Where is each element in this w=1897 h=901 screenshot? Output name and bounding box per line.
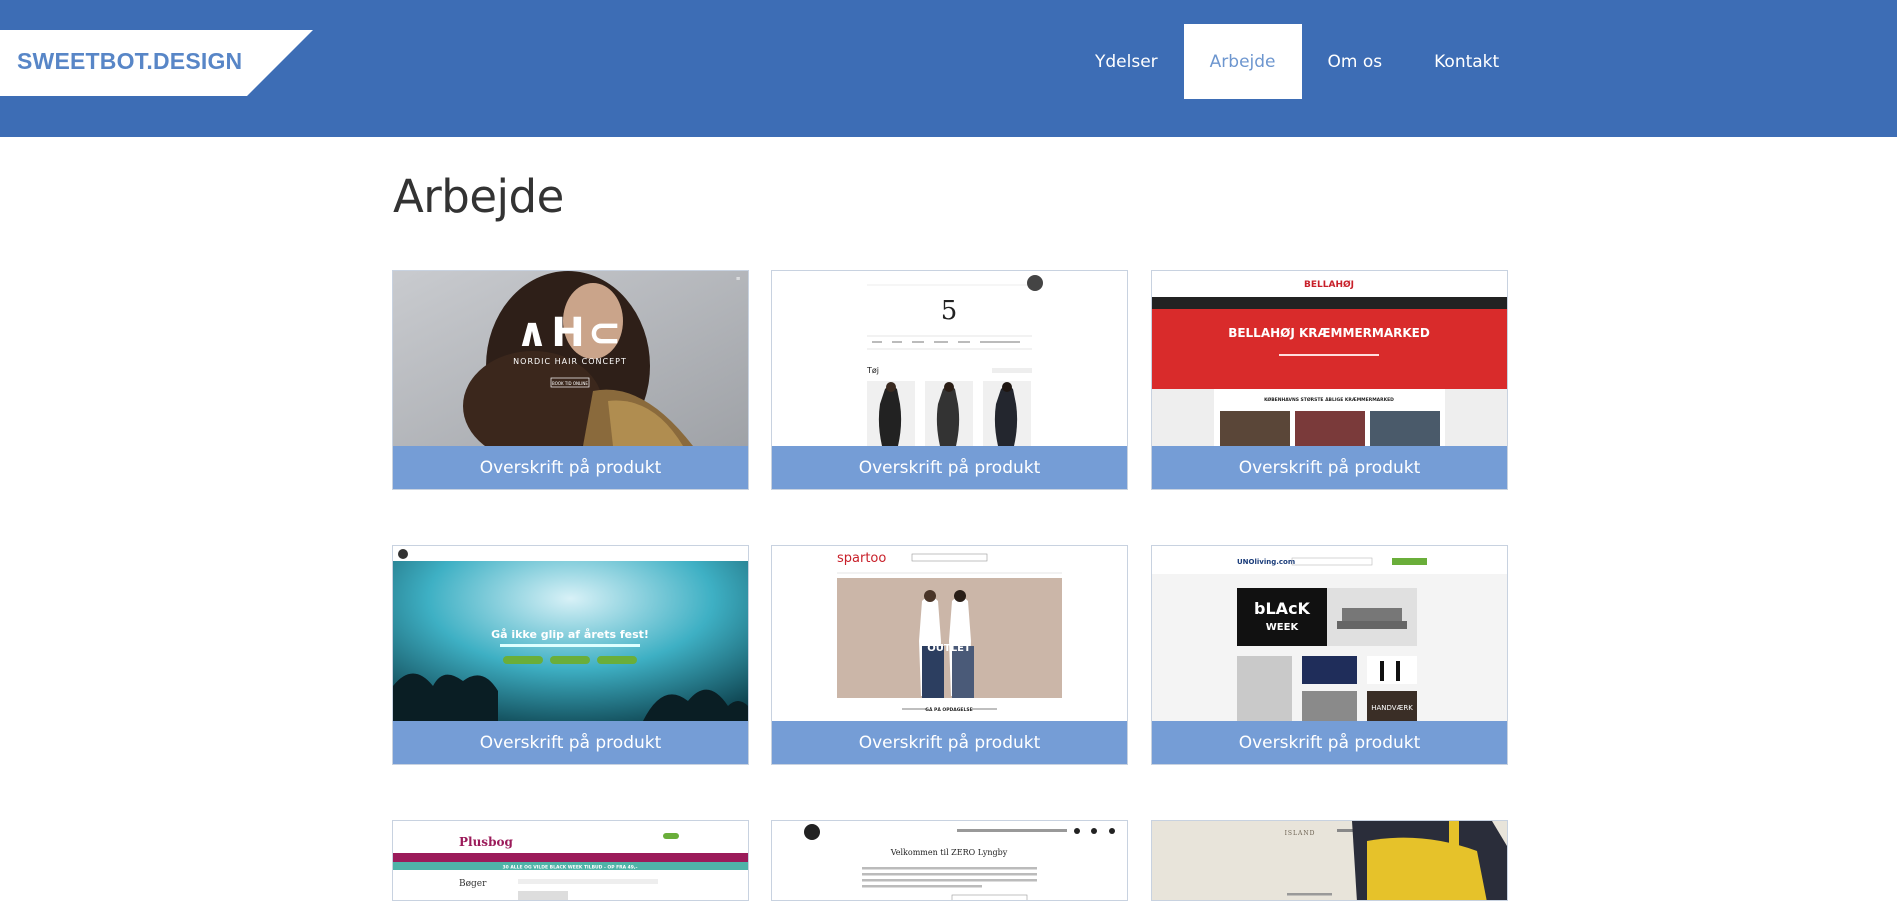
card-caption: Overskrift på produkt: [393, 446, 748, 489]
card-caption: Overskrift på produkt: [772, 446, 1127, 489]
card-caption: Overskrift på produkt: [393, 721, 748, 764]
card-thumbnail: UNOliving.com bLAcK WEEK HANDVÆRK: [1152, 546, 1507, 721]
portfolio-card[interactable]: Velkommen til ZERO Lyngby: [771, 820, 1128, 901]
thumb-brand: Plusbog: [459, 835, 513, 849]
portfolio-card[interactable]: UNOliving.com bLAcK WEEK HANDVÆRK Oversk…: [1151, 545, 1508, 765]
card-thumbnail: 5 Tøj: [772, 271, 1127, 446]
thumb-headline: Gå ikke glip af årets fest!: [491, 628, 649, 641]
portfolio-card[interactable]: 5 Tøj Overskrift på produkt: [771, 270, 1128, 490]
svg-text:∧H⊂: ∧H⊂: [516, 310, 624, 356]
portfolio-card[interactable]: Plusbog 30 ALLE OG VILDE BLACK WEEK TILB…: [392, 820, 749, 901]
thumb-sub: KØBENHAVNS STØRSTE ÅBLIGE KRÆMMERMARKED: [1264, 396, 1394, 403]
thumb-banner-bottom: WEEK: [1266, 622, 1300, 633]
card-thumbnail: BELLAHØJ BELLAHØJ KRÆMMERMARKED KØBENHAV…: [1152, 271, 1507, 446]
card-thumbnail: Velkommen til ZERO Lyngby: [772, 821, 1127, 900]
card-caption: Overskrift på produkt: [1152, 446, 1507, 489]
card-thumbnail: ISLAND: [1152, 821, 1507, 900]
main-nav: Ydelser Arbejde Om os Kontakt: [1069, 24, 1525, 99]
nav-item-kontakt[interactable]: Kontakt: [1408, 24, 1525, 99]
thumb-section: GÅ PÅ OPDAGELSE: [925, 706, 972, 713]
thumb-banner: OUTLET: [927, 643, 971, 654]
portfolio-card[interactable]: ISLAND: [1151, 820, 1508, 901]
thumb-brand: ISLAND: [1285, 830, 1316, 837]
page-title: Arbejde: [393, 170, 564, 223]
card-caption: Overskrift på produkt: [1152, 721, 1507, 764]
thumb-brand: NORDIC HAIR CONCEPT: [513, 357, 627, 366]
card-thumbnail: ∧H⊂ NORDIC HAIR CONCEPT BOOK TID ONLINE …: [393, 271, 748, 446]
thumb-heading: Tøj: [866, 366, 879, 375]
portfolio-card[interactable]: Gå ikke glip af årets fest! Overskrift p…: [392, 545, 749, 765]
portfolio-card[interactable]: spartoo OUTLET GÅ PÅ OPDAGELSE Overskrif…: [771, 545, 1128, 765]
thumb-brand: BELLAHØJ: [1304, 279, 1354, 290]
card-thumbnail: Gå ikke glip af årets fest!: [393, 546, 748, 721]
logo[interactable]: SWEETBOT.DESIGN: [0, 30, 315, 96]
nav-item-ydelser[interactable]: Ydelser: [1069, 24, 1184, 99]
card-thumbnail: Plusbog 30 ALLE OG VILDE BLACK WEEK TILB…: [393, 821, 748, 900]
portfolio-card[interactable]: BELLAHØJ BELLAHØJ KRÆMMERMARKED KØBENHAV…: [1151, 270, 1508, 490]
thumb-banner-top: bLAcK: [1254, 599, 1311, 618]
logo-text: SWEETBOT.DESIGN: [17, 48, 243, 74]
card-caption: Overskrift på produkt: [772, 721, 1127, 764]
card-thumbnail: spartoo OUTLET GÅ PÅ OPDAGELSE: [772, 546, 1127, 721]
nav-item-arbejde[interactable]: Arbejde: [1183, 24, 1302, 99]
thumb-heading: Bøger: [459, 879, 487, 889]
thumb-strip: 30 ALLE OG VILDE BLACK WEEK TILBUD - OP …: [502, 865, 637, 871]
thumb-headline: BELLAHØJ KRÆMMERMARKED: [1228, 326, 1430, 340]
svg-text:5: 5: [941, 296, 958, 326]
thumb-brand: UNOliving.com: [1237, 558, 1295, 566]
thumb-label: HANDVÆRK: [1371, 704, 1413, 712]
svg-text:≡: ≡: [736, 276, 740, 283]
thumb-headline: Velkommen til ZERO Lyngby: [890, 848, 1008, 857]
site-header: SWEETBOT.DESIGN Ydelser Arbejde Om os Ko…: [0, 0, 1897, 137]
nav-item-om-os[interactable]: Om os: [1302, 24, 1409, 99]
portfolio-card[interactable]: ∧H⊂ NORDIC HAIR CONCEPT BOOK TID ONLINE …: [392, 270, 749, 490]
thumb-brand: spartoo: [837, 551, 886, 566]
thumb-button: BOOK TID ONLINE: [552, 381, 588, 386]
